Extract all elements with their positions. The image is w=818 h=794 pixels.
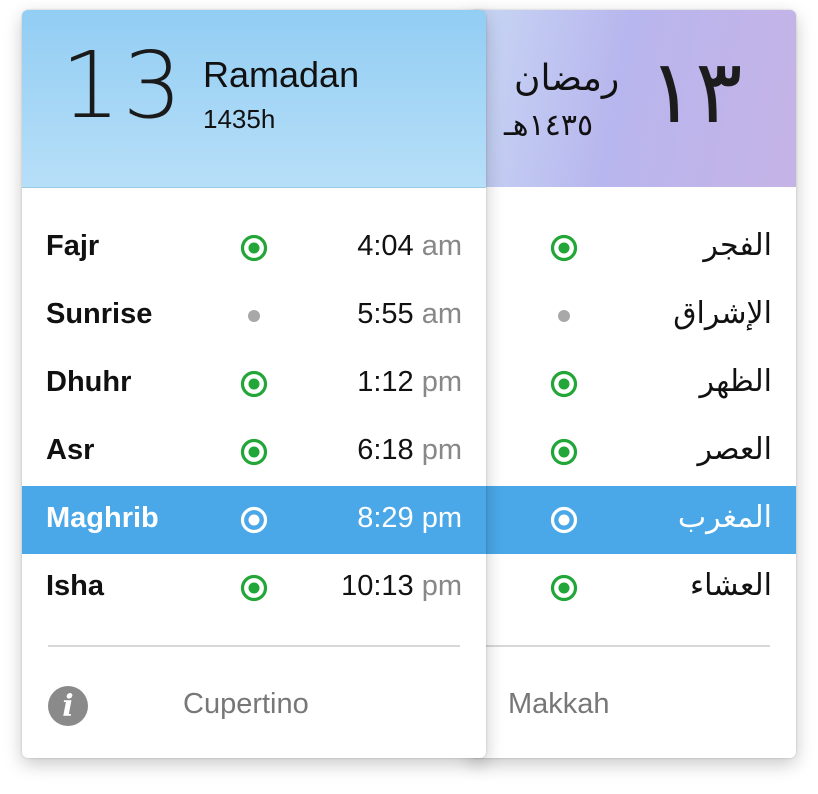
makkah-row-isha[interactable]: العشاء xyxy=(470,554,796,622)
alert-on-icon[interactable] xyxy=(549,437,579,467)
footer-divider xyxy=(470,645,770,647)
makkah-panel[interactable]: رمضان ١٤٣٥هـ ١٣ الفجر الإشراق الظهر العص… xyxy=(470,10,796,758)
prayer-name: Asr xyxy=(46,434,95,466)
makkah-row-asr[interactable]: العصر xyxy=(470,418,796,486)
alert-on-icon[interactable] xyxy=(239,437,269,467)
prayer-name: الظهر xyxy=(699,364,772,399)
prayer-time: 1:12 pm xyxy=(357,366,462,398)
prayer-row-sunrise[interactable]: Sunrise 5:55 am xyxy=(22,282,486,350)
prayer-name: Fajr xyxy=(46,230,100,262)
alert-on-icon[interactable] xyxy=(239,233,269,263)
alert-dot-icon[interactable] xyxy=(239,301,269,331)
arabic-year: ١٤٣٥هـ xyxy=(504,108,594,143)
prayer-row-fajr[interactable]: Fajr 4:04 am xyxy=(22,214,486,282)
alert-on-icon[interactable] xyxy=(239,573,269,603)
prayer-name: العشاء xyxy=(690,568,772,603)
cupertino-date-header: 13 Ramadan 1435h xyxy=(22,10,486,188)
info-icon[interactable]: i xyxy=(48,686,88,726)
alert-dot-icon[interactable] xyxy=(549,301,579,331)
footer-divider xyxy=(48,645,460,647)
city-name-makkah[interactable]: Makkah xyxy=(508,688,610,721)
prayer-time: 10:13 pm xyxy=(341,570,462,602)
cupertino-panel[interactable]: 13 Ramadan 1435h Fajr 4:04 am Sunrise 5:… xyxy=(22,10,486,758)
makkah-row-maghrib[interactable]: المغرب xyxy=(470,486,796,554)
prayer-name: Dhuhr xyxy=(46,366,132,398)
prayer-name: المغرب xyxy=(677,500,772,535)
prayer-row-isha[interactable]: Isha 10:13 pm xyxy=(22,554,486,622)
alert-on-icon[interactable] xyxy=(549,573,579,603)
makkah-row-ishraq[interactable]: الإشراق xyxy=(470,282,796,350)
makkah-row-dhuhr[interactable]: الظهر xyxy=(470,350,796,418)
alert-on-icon[interactable] xyxy=(239,369,269,399)
prayer-name: الإشراق xyxy=(673,296,772,331)
prayer-row-dhuhr[interactable]: Dhuhr 1:12 pm xyxy=(22,350,486,418)
alert-on-icon[interactable] xyxy=(549,505,579,535)
alert-on-icon[interactable] xyxy=(549,233,579,263)
hijri-year: 1435h xyxy=(203,104,276,134)
prayer-time: 4:04 am xyxy=(357,230,462,262)
makkah-date-header: رمضان ١٤٣٥هـ ١٣ xyxy=(470,10,796,187)
prayer-row-maghrib[interactable]: Maghrib 8:29 pm xyxy=(22,486,486,554)
prayer-name: Isha xyxy=(46,570,105,602)
arabic-day: ١٣ xyxy=(648,40,743,143)
prayer-time: 5:55 am xyxy=(357,298,462,330)
arabic-month: رمضان xyxy=(514,58,620,99)
city-name-cupertino[interactable]: Cupertino xyxy=(183,688,309,721)
prayer-time: 8:29 pm xyxy=(357,502,462,534)
hijri-day: 13 xyxy=(60,32,185,139)
prayer-name: Maghrib xyxy=(46,502,159,534)
prayer-row-asr[interactable]: Asr 6:18 pm xyxy=(22,418,486,486)
prayer-name: العصر xyxy=(697,432,772,467)
alert-on-icon[interactable] xyxy=(239,505,269,535)
prayer-name: Sunrise xyxy=(46,298,153,330)
alert-on-icon[interactable] xyxy=(549,369,579,399)
makkah-row-fajr[interactable]: الفجر xyxy=(470,214,796,282)
hijri-month: Ramadan xyxy=(203,54,360,95)
prayer-time: 6:18 pm xyxy=(357,434,462,466)
prayer-name: الفجر xyxy=(703,228,772,263)
